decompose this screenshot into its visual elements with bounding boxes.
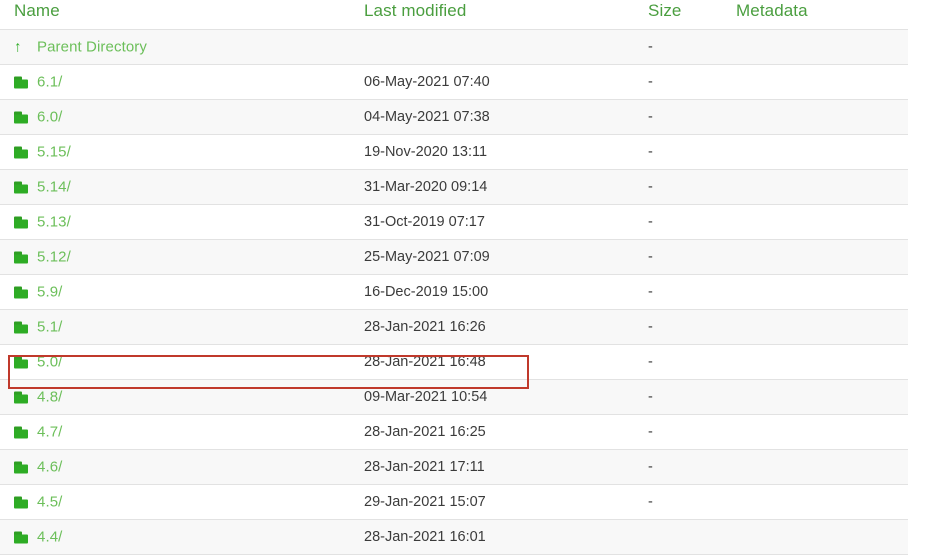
cell-name: 5.14/ bbox=[14, 180, 71, 195]
directory-link[interactable]: 6.0/ bbox=[37, 110, 62, 125]
directory-link[interactable]: 4.8/ bbox=[37, 390, 62, 405]
column-header-name[interactable]: Name bbox=[14, 1, 60, 21]
cell-size: - bbox=[648, 178, 653, 195]
directory-link[interactable]: 5.14/ bbox=[37, 180, 71, 195]
cell-size: - bbox=[648, 318, 653, 335]
cell-size: - bbox=[648, 493, 653, 510]
cell-name: ↑ Parent Directory bbox=[14, 40, 147, 55]
parent-directory-link[interactable]: Parent Directory bbox=[37, 40, 147, 55]
directory-link[interactable]: 6.1/ bbox=[37, 75, 62, 90]
cell-last-modified: 16-Dec-2019 15:00 bbox=[364, 283, 489, 300]
cell-last-modified: 31-Oct-2019 07:17 bbox=[364, 213, 485, 230]
table-row[interactable]: 5.0/28-Jan-2021 16:48 - bbox=[0, 345, 908, 380]
cell-name: 5.12/ bbox=[14, 250, 71, 265]
table-row[interactable]: 4.5/29-Jan-2021 15:07 - bbox=[0, 485, 908, 520]
folder-icon bbox=[14, 76, 28, 88]
cell-last-modified: 19-Nov-2020 13:11 bbox=[364, 143, 488, 160]
directory-link[interactable]: 5.9/ bbox=[37, 285, 62, 300]
cell-size: - bbox=[648, 73, 653, 90]
folder-icon bbox=[14, 146, 28, 158]
table-row[interactable]: 5.13/31-Oct-2019 07:17 - bbox=[0, 205, 908, 240]
column-header-modified[interactable]: Last modified bbox=[364, 1, 466, 21]
cell-name: 4.8/ bbox=[14, 390, 62, 405]
cell-last-modified: 25-May-2021 07:09 bbox=[364, 248, 490, 265]
table-row[interactable]: 4.6/28-Jan-2021 17:11 - bbox=[0, 450, 908, 485]
directory-link[interactable]: 4.7/ bbox=[37, 425, 62, 440]
directory-link[interactable]: 5.15/ bbox=[37, 145, 71, 160]
cell-size: - bbox=[648, 38, 653, 55]
cell-size: - bbox=[648, 283, 653, 300]
cell-size: - bbox=[648, 213, 653, 230]
cell-size: - bbox=[648, 353, 653, 370]
cell-size: - bbox=[648, 108, 653, 125]
directory-link[interactable]: 4.5/ bbox=[37, 495, 62, 510]
directory-link[interactable]: 4.4/ bbox=[37, 530, 62, 545]
cell-name: 5.15/ bbox=[14, 145, 71, 160]
cell-name: 4.7/ bbox=[14, 425, 62, 440]
folder-icon bbox=[14, 216, 28, 228]
cell-name: 5.1/ bbox=[14, 320, 62, 335]
cell-name: 6.0/ bbox=[14, 110, 62, 125]
cell-last-modified: 28-Jan-2021 16:01 bbox=[364, 528, 486, 545]
folder-icon bbox=[14, 461, 28, 473]
cell-last-modified: 04-May-2021 07:38 bbox=[364, 108, 490, 125]
table-row[interactable]: 5.12/25-May-2021 07:09 - bbox=[0, 240, 908, 275]
folder-icon bbox=[14, 181, 28, 193]
cell-last-modified: 29-Jan-2021 15:07 bbox=[364, 493, 486, 510]
cell-name: 5.0/ bbox=[14, 355, 62, 370]
folder-icon bbox=[14, 111, 28, 123]
column-header-size[interactable]: Size bbox=[648, 1, 681, 21]
cell-size: - bbox=[648, 423, 653, 440]
table-row[interactable]: 4.8/09-Mar-2021 10:54 - bbox=[0, 380, 908, 415]
table-row[interactable]: 6.1/06-May-2021 07:40 - bbox=[0, 65, 908, 100]
cell-last-modified: 28-Jan-2021 17:11 bbox=[364, 458, 485, 475]
folder-icon bbox=[14, 496, 28, 508]
cell-last-modified: 28-Jan-2021 16:26 bbox=[364, 318, 486, 335]
directory-link[interactable]: 5.12/ bbox=[37, 250, 71, 265]
table-header: Name Last modified Size Metadata bbox=[0, 0, 928, 29]
cell-name: 4.6/ bbox=[14, 460, 62, 475]
cell-last-modified: 09-Mar-2021 10:54 bbox=[364, 388, 488, 405]
cell-name: 4.4/ bbox=[14, 530, 62, 545]
cell-name: 6.1/ bbox=[14, 75, 62, 90]
folder-icon bbox=[14, 321, 28, 333]
table-row[interactable]: 4.7/28-Jan-2021 16:25 - bbox=[0, 415, 908, 450]
cell-name: 5.13/ bbox=[14, 215, 71, 230]
up-arrow-icon: ↑ bbox=[14, 38, 22, 56]
column-header-metadata[interactable]: Metadata bbox=[736, 1, 808, 21]
folder-icon bbox=[14, 426, 28, 438]
table-row[interactable]: 5.9/16-Dec-2019 15:00 - bbox=[0, 275, 908, 310]
directory-listing: Name Last modified Size Metadata ↑ Parent… bbox=[0, 0, 928, 555]
directory-link[interactable]: 5.13/ bbox=[37, 215, 71, 230]
cell-last-modified: 31-Mar-2020 09:14 bbox=[364, 178, 488, 195]
directory-link[interactable]: 4.6/ bbox=[37, 460, 62, 475]
table-row[interactable]: 5.14/31-Mar-2020 09:14 - bbox=[0, 170, 908, 205]
cell-size: - bbox=[648, 143, 653, 160]
table-row[interactable]: 5.1/28-Jan-2021 16:26 - bbox=[0, 310, 908, 345]
cell-last-modified: 06-May-2021 07:40 bbox=[364, 73, 490, 90]
cell-last-modified: 28-Jan-2021 16:48 bbox=[364, 353, 486, 370]
cell-size: - bbox=[648, 458, 653, 475]
folder-icon bbox=[14, 391, 28, 403]
folder-icon bbox=[14, 356, 28, 368]
folder-icon bbox=[14, 251, 28, 263]
table-row[interactable]: 5.15/19-Nov-2020 13:11 - bbox=[0, 135, 908, 170]
table-row[interactable]: 6.0/04-May-2021 07:38 - bbox=[0, 100, 908, 135]
table-row[interactable]: 4.4/28-Jan-2021 16:01 bbox=[0, 520, 908, 555]
cell-last-modified: 28-Jan-2021 16:25 bbox=[364, 423, 486, 440]
table-row[interactable]: ↑ Parent Directory - bbox=[0, 30, 908, 65]
table-body: ↑ Parent Directory - 6.1/06-May-2021 07:40 -… bbox=[0, 29, 908, 555]
folder-icon bbox=[14, 531, 28, 543]
folder-icon bbox=[14, 286, 28, 298]
cell-size: - bbox=[648, 248, 653, 265]
cell-name: 5.9/ bbox=[14, 285, 62, 300]
directory-link[interactable]: 5.1/ bbox=[37, 320, 62, 335]
directory-link[interactable]: 5.0/ bbox=[37, 355, 62, 370]
cell-name: 4.5/ bbox=[14, 495, 62, 510]
cell-size: - bbox=[648, 388, 653, 405]
